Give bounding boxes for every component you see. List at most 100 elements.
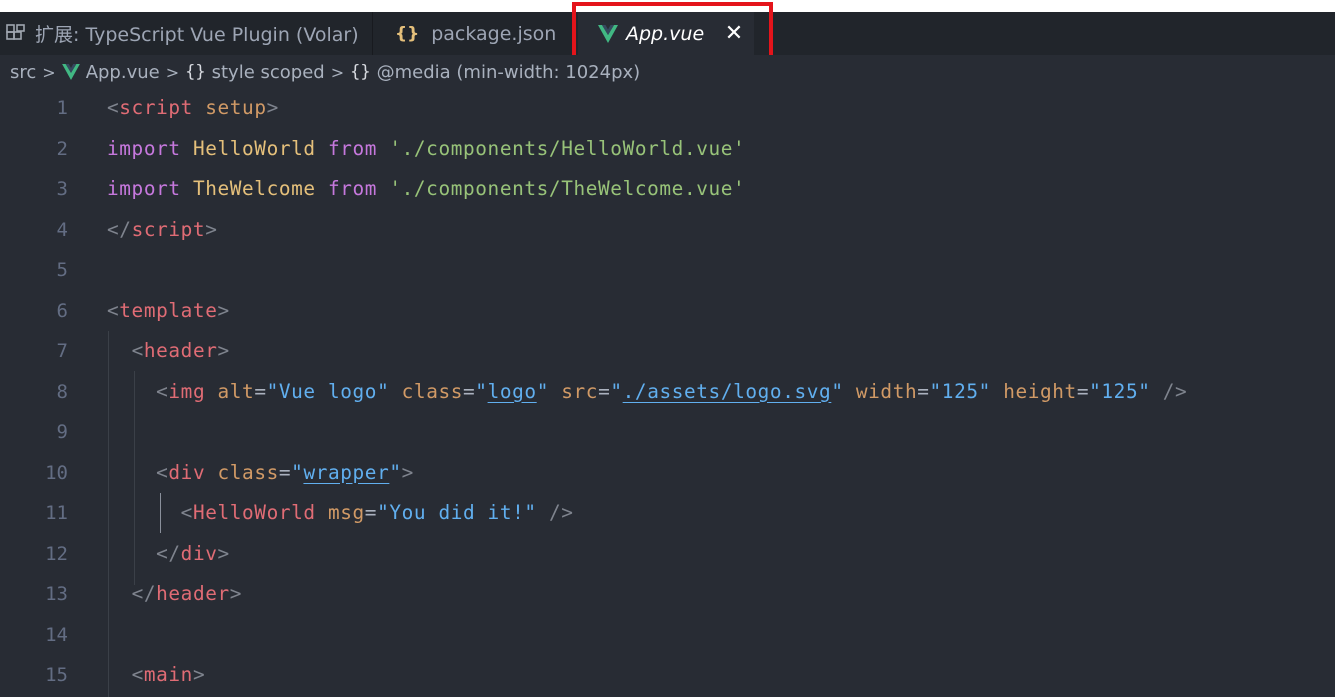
code-token: ./assets/logo.svg: [622, 379, 832, 403]
code-token: TheWelcome: [192, 177, 316, 200]
code-token: <: [156, 379, 169, 403]
breadcrumb: src > App.vue > {} style scoped > {} @me…: [0, 55, 1335, 89]
code-token: img: [168, 379, 206, 403]
code-token: =: [463, 379, 476, 403]
code-line[interactable]: 10 <div class="wrapper">: [0, 453, 1335, 494]
code-token: header: [143, 339, 218, 362]
code-line[interactable]: 6 <template>: [0, 291, 1335, 332]
breadcrumb-item-src[interactable]: src: [10, 62, 36, 83]
line-number: 15: [45, 664, 68, 686]
code-line[interactable]: 12 </div>: [0, 534, 1335, 575]
code-token: >: [217, 298, 230, 322]
code-line[interactable]: 7 <header>: [0, 331, 1335, 372]
code-token: ": [389, 460, 402, 484]
line-number: 11: [45, 502, 68, 524]
breadcrumb-label: style scoped: [211, 61, 325, 83]
code-token: "Vue logo": [266, 379, 390, 403]
code-token: <: [131, 663, 144, 686]
code-text: <script setup>: [107, 88, 279, 129]
code-token: import: [107, 177, 181, 200]
code-text: import TheWelcome from './components/The…: [107, 169, 745, 210]
code-token: ": [536, 379, 549, 403]
code-token: </: [131, 582, 157, 605]
code-token: />: [548, 501, 574, 524]
tab-label: App.vue: [626, 22, 705, 45]
code-text: <header>: [107, 331, 230, 372]
code-text: import HelloWorld from './components/Hel…: [107, 129, 745, 170]
code-text: <div class="wrapper">: [107, 453, 414, 494]
code-token: =: [598, 379, 611, 403]
breadcrumb-item-app-vue[interactable]: App.vue: [61, 61, 160, 83]
breadcrumb-item-media[interactable]: {} @media (min-width: 1024px): [350, 62, 640, 83]
breadcrumb-label: App.vue: [85, 61, 160, 83]
code-token: =: [917, 379, 930, 403]
tab-extension-volar[interactable]: 扩展: TypeScript Vue Plugin (Volar): [0, 12, 372, 55]
line-number: 14: [45, 623, 68, 646]
code-token: =: [254, 379, 267, 403]
code-token: >: [266, 96, 279, 119]
code-line[interactable]: 2 import HelloWorld from './components/He…: [0, 129, 1335, 170]
line-number: 2: [56, 137, 68, 160]
window-top-strip: [0, 0, 1335, 12]
code-token: ": [831, 379, 844, 403]
code-line[interactable]: 3 import TheWelcome from './components/Th…: [0, 169, 1335, 210]
code-token: =: [364, 501, 378, 524]
code-line[interactable]: 13 </header>: [0, 574, 1335, 615]
json-braces-icon: {}: [395, 23, 420, 44]
code-token: logo: [487, 379, 537, 403]
tab-label: package.json: [431, 22, 557, 45]
line-number: 12: [45, 542, 68, 565]
code-token: class: [217, 460, 279, 484]
code-token: ": [475, 379, 488, 403]
code-line[interactable]: 1 <script setup>: [0, 88, 1335, 129]
code-token: =: [1076, 379, 1090, 403]
code-line[interactable]: 9: [0, 412, 1335, 453]
code-line[interactable]: 15 <main>: [0, 655, 1335, 696]
code-token: main: [143, 663, 193, 686]
tab-app-vue[interactable]: App.vue ✕: [578, 12, 754, 55]
code-token: src: [561, 379, 599, 403]
code-line[interactable]: 4 </script>: [0, 210, 1335, 251]
code-token: div: [168, 460, 206, 484]
code-token: "You did it!": [377, 501, 537, 524]
tab-bar: 扩展: TypeScript Vue Plugin (Volar) {} pac…: [0, 12, 1335, 55]
tab-package-json[interactable]: {} package.json: [372, 12, 572, 55]
code-token: </: [107, 217, 132, 241]
code-token: setup: [205, 96, 267, 119]
code-token: div: [180, 541, 218, 565]
line-number: 4: [56, 218, 68, 241]
close-icon[interactable]: ✕: [724, 20, 744, 46]
code-text: <main>: [107, 655, 205, 696]
code-token: class: [401, 379, 464, 403]
code-line[interactable]: 14: [0, 615, 1335, 656]
line-number: 5: [56, 259, 68, 281]
code-token: />: [1162, 379, 1188, 403]
code-line[interactable]: 8 <img alt="Vue logo" class="logo" src="…: [0, 372, 1335, 413]
code-token: <: [107, 96, 120, 119]
code-line[interactable]: 5: [0, 250, 1335, 291]
code-editor[interactable]: 1 <script setup> 2 import HelloWorld from '…: [0, 88, 1335, 697]
code-token: msg: [327, 501, 365, 524]
code-line[interactable]: 11 <HelloWorld msg="You did it!" />: [0, 493, 1335, 534]
code-token: './components/TheWelcome.vue': [389, 177, 746, 200]
breadcrumb-item-style-scoped[interactable]: {} style scoped: [185, 62, 325, 83]
line-number: 10: [45, 461, 68, 484]
